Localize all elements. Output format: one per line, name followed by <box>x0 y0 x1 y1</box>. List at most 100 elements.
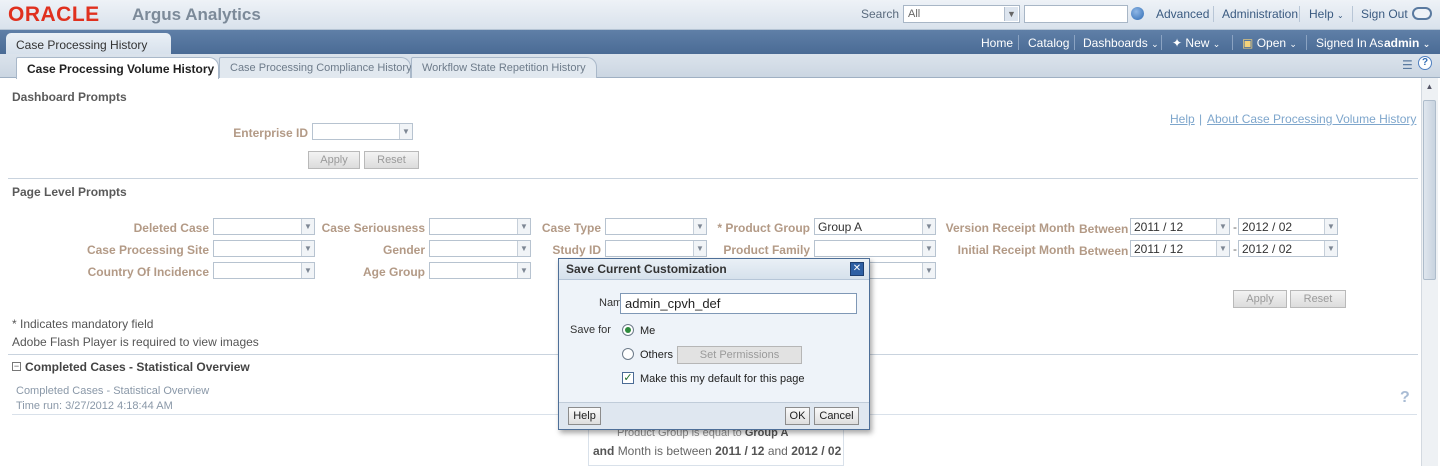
divider <box>1213 6 1214 22</box>
sign-out-link[interactable]: Sign Out <box>1361 7 1408 21</box>
version-receipt-month-label: Version Receipt Month <box>945 221 1075 235</box>
chevron-down-icon: ▼ <box>922 241 935 256</box>
irm-to-select[interactable]: 2012 / 02 ▼ <box>1238 240 1338 257</box>
search-scope-select[interactable]: All ▼ <box>903 5 1020 23</box>
new-menu[interactable]: ✦ New ⌄ <box>1172 36 1220 50</box>
signed-in-as-label: Signed In As <box>1316 36 1384 50</box>
chevron-down-icon: ▼ <box>517 263 530 278</box>
dashboard-reset-button[interactable]: Reset <box>364 151 419 169</box>
chevron-down-icon: ▼ <box>1324 241 1337 256</box>
divider <box>1018 35 1019 50</box>
page-prompts-title: Page Level Prompts <box>12 185 127 199</box>
search-input[interactable] <box>1024 5 1128 23</box>
flash-note: Adobe Flash Player is required to view i… <box>12 335 259 349</box>
divider <box>1299 6 1300 22</box>
advanced-link[interactable]: Advanced <box>1156 7 1209 21</box>
home-link[interactable]: Home <box>981 36 1013 50</box>
chevron-down-icon: ▼ <box>399 124 412 139</box>
dialog-cancel-button[interactable]: Cancel <box>814 407 859 425</box>
between-label: Between <box>1079 244 1129 258</box>
help-icon[interactable]: ? <box>1400 389 1410 407</box>
product-group-label: * Product Group <box>717 221 810 235</box>
name-input[interactable]: admin_cpvh_def <box>620 293 857 314</box>
set-permissions-button[interactable]: Set Permissions <box>677 346 802 364</box>
case-type-select[interactable]: ▼ <box>605 218 707 235</box>
administration-link[interactable]: Administration <box>1222 7 1298 21</box>
help-menu[interactable]: Help ⌄ <box>1309 7 1344 21</box>
study-id-label: Study ID <box>552 243 601 257</box>
range-dash: - <box>1233 242 1237 256</box>
between-label: Between <box>1079 222 1129 236</box>
deleted-case-label: Deleted Case <box>133 221 209 235</box>
oracle-logo: ORACLE <box>8 3 100 26</box>
search-scope-value: All <box>908 8 921 20</box>
study-id-select[interactable]: ▼ <box>605 240 707 257</box>
search-go-icon[interactable] <box>1131 7 1144 20</box>
irm-from-select[interactable]: 2011 / 12 ▼ <box>1130 240 1230 257</box>
save-customization-dialog: Save Current Customization ✕ Name admin_… <box>558 258 870 430</box>
product-group-select[interactable]: Group A ▼ <box>814 218 936 235</box>
collapse-icon[interactable]: − <box>12 362 21 371</box>
scroll-up-icon[interactable]: ▲ <box>1423 82 1436 96</box>
filter-line-2: and Month is between 2011 / 12 and 2012 … <box>593 444 842 458</box>
default-label: Make this my default for this page <box>640 373 805 385</box>
time-run: Time run: 3/27/2012 4:18:44 AM <box>16 400 173 412</box>
overview-section-title: Completed Cases - Statistical Overview <box>25 360 250 374</box>
divider <box>1352 6 1353 22</box>
page-options-icon[interactable]: ☰ <box>1402 58 1413 72</box>
vrm-from-select[interactable]: 2011 / 12 ▼ <box>1130 218 1230 235</box>
case-seriousness-label: Case Seriousness <box>321 221 425 235</box>
user-menu[interactable]: admin ⌄ <box>1384 36 1430 50</box>
chevron-down-icon: ⌄ <box>1289 39 1297 49</box>
dialog-ok-button[interactable]: OK <box>785 407 810 425</box>
chevron-down-icon: ⌄ <box>1337 11 1344 20</box>
others-label: Others <box>640 349 674 361</box>
divider <box>1306 35 1307 50</box>
open-menu[interactable]: ▣ Open ⌄ <box>1242 36 1297 50</box>
save-for-me-radio[interactable] <box>622 324 634 336</box>
dialog-title: Save Current Customization <box>559 259 869 280</box>
app-title: Argus Analytics <box>132 5 261 24</box>
case-processing-site-label: Case Processing Site <box>86 243 209 257</box>
product-family-select[interactable]: ▼ <box>814 240 936 257</box>
about-link[interactable]: About Case Processing Volume History <box>1207 112 1416 126</box>
dashboard-apply-button[interactable]: Apply <box>308 151 360 169</box>
toggle-icon[interactable] <box>1412 7 1432 20</box>
chevron-down-icon: ▼ <box>1216 219 1229 234</box>
dashboards-menu[interactable]: Dashboards ⌄ <box>1083 36 1159 50</box>
tab-workflow-state-repetition-history[interactable]: Workflow State Repetition History <box>411 57 597 78</box>
age-group-label: Age Group <box>363 265 425 279</box>
default-checkbox[interactable]: ✓ <box>622 372 634 384</box>
link-separator: | <box>1199 112 1203 126</box>
tab-case-processing-volume-history[interactable]: Case Processing Volume History <box>16 57 219 79</box>
catalog-link[interactable]: Catalog <box>1028 36 1069 50</box>
page-reset-button[interactable]: Reset <box>1290 290 1346 308</box>
chevron-down-icon: ⌄ <box>1212 39 1221 49</box>
tab-case-processing-compliance-history[interactable]: Case Processing Compliance History <box>219 57 412 78</box>
vrm-to-select[interactable]: 2012 / 02 ▼ <box>1238 218 1338 235</box>
dashboard-prompts-title: Dashboard Prompts <box>12 90 127 104</box>
scroll-thumb[interactable] <box>1423 100 1436 280</box>
save-for-others-radio[interactable] <box>622 348 634 360</box>
case-type-label: Case Type <box>541 221 601 235</box>
chevron-down-icon: ▼ <box>922 263 935 278</box>
page-tab[interactable]: Case Processing History <box>6 33 171 55</box>
help-icon[interactable]: ? <box>1418 56 1432 70</box>
help-link[interactable]: Help <box>1170 112 1195 126</box>
close-icon[interactable]: ✕ <box>850 262 864 276</box>
nav-bar <box>0 30 1440 54</box>
chevron-down-icon: ▼ <box>1216 241 1229 256</box>
enterprise-id-select[interactable]: ▼ <box>312 123 413 140</box>
case-seriousness-select[interactable]: ▼ <box>429 218 531 235</box>
save-for-label: Save for <box>570 324 611 336</box>
gender-select[interactable]: ▼ <box>429 240 531 257</box>
chevron-down-icon: ⌄ <box>1422 39 1431 49</box>
product-family-label: Product Family <box>723 243 810 257</box>
range-dash: - <box>1233 220 1237 234</box>
divider <box>1074 35 1075 50</box>
page-apply-button[interactable]: Apply <box>1233 290 1287 308</box>
enterprise-id-label: Enterprise ID <box>233 126 308 140</box>
age-group-select[interactable]: ▼ <box>429 262 531 279</box>
new-icon: ✦ <box>1172 36 1183 50</box>
dialog-help-button[interactable]: Help <box>568 407 601 425</box>
